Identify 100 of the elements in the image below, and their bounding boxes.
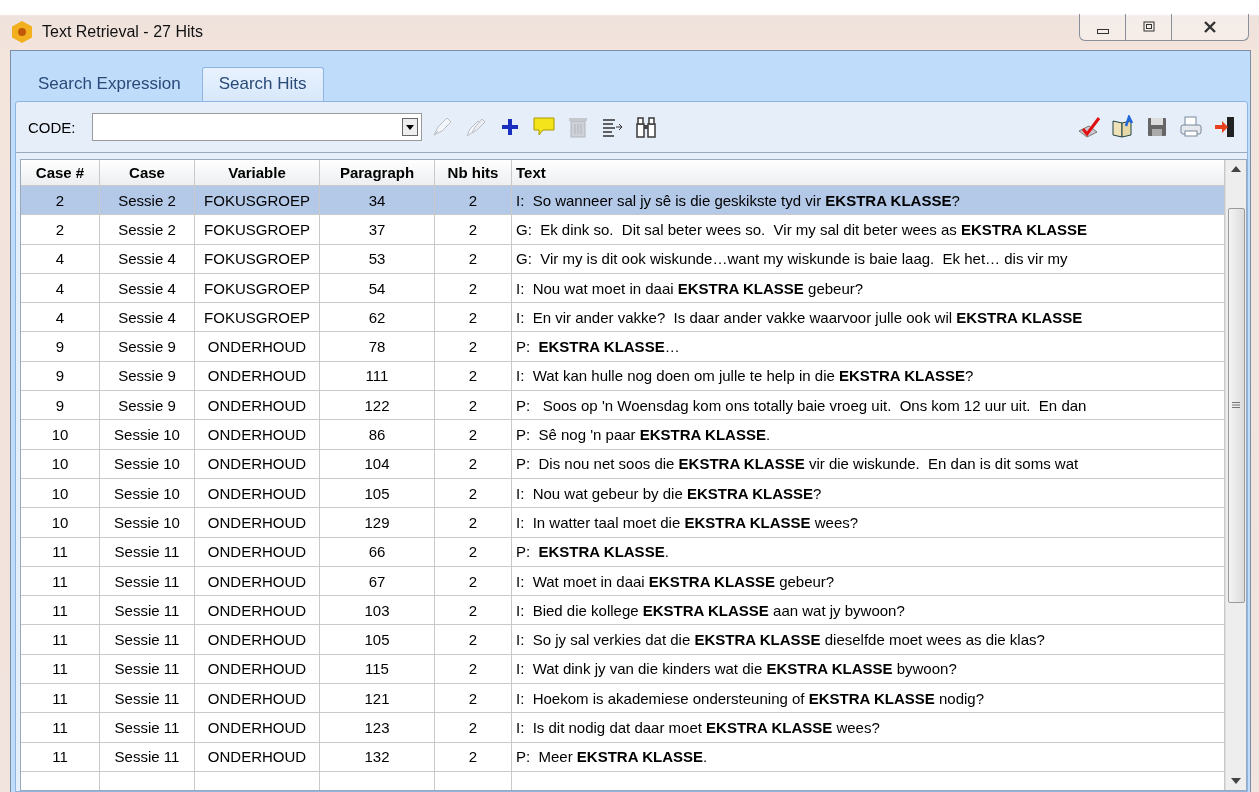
table-row[interactable]: 9 Sessie 9 ONDERHOUD 122 2 P: Soos op 'n Woensdag kom ons totally baie vroeg uit. Ons kom 12 uur uit. En dan xyxy=(21,390,1225,420)
paragraph-cell: 121 xyxy=(319,683,435,713)
case-number-cell: 11 xyxy=(21,712,100,743)
case-number-cell: 4 xyxy=(21,244,100,274)
case-number-cell: 9 xyxy=(21,361,100,391)
paragraph-cell: 111 xyxy=(319,361,435,391)
paragraph-cell: 122 xyxy=(319,390,435,420)
checklist-icon[interactable] xyxy=(1077,115,1101,139)
table-row[interactable]: 2 Sessie 2 FOKUSGROEP 37 2 G: Ek dink so. Dit sal beter wees so. Vir my sal dit beter wees as EKSTRA KLASSE xyxy=(21,214,1225,245)
table-row[interactable]: 10 Sessie 10 ONDERHOUD 104 2 P: Dis nou net soos die EKSTRA KLASSE vir die wiskunde. En dan is dit soms wat xyxy=(21,449,1225,479)
table-row[interactable]: 11 Sessie 11 ONDERHOUD 103 2 I: Bied die kollege EKSTRA KLASSE aan wat jy bywoon? xyxy=(21,595,1225,625)
case-number-cell: 9 xyxy=(21,332,100,362)
column-header[interactable]: Text xyxy=(511,160,1225,186)
text-cell: P: EKSTRA KLASSE. xyxy=(511,537,1225,567)
table-row[interactable]: 11 Sessie 11 ONDERHOUD 121 2 I: Hoekom is akademiese ondersteuning of EKSTRA KLASSE nodig? xyxy=(21,683,1225,713)
case-number-cell: 11 xyxy=(21,537,100,567)
tab[interactable]: Search Hits xyxy=(201,67,324,102)
variable-cell: ONDERHOUD xyxy=(194,624,320,655)
text-cell: P: Soos op 'n Woensdag kom ons totally baie vroeg uit. Ons kom 12 uur uit. En dan xyxy=(511,390,1225,420)
hits-cell: 2 xyxy=(434,624,512,655)
app-logo-icon xyxy=(10,20,34,44)
case-number-cell: 10 xyxy=(21,507,100,538)
close-icon xyxy=(1203,20,1217,34)
variable-cell: FOKUSGROEP xyxy=(194,185,320,215)
column-header[interactable]: Variable xyxy=(194,160,320,186)
hits-cell: 2 xyxy=(434,332,512,362)
text-cell: G: Ek dink so. Dit sal beter wees so. Vir my sal dit beter wees as EKSTRA KLASSE xyxy=(511,214,1225,245)
text-cell: P: Meer EKSTRA KLASSE. xyxy=(511,742,1225,772)
case-number-cell: 4 xyxy=(21,302,100,332)
table-row[interactable]: 4 Sessie 4 FOKUSGROEP 54 2 I: Nou wat moet in daai EKSTRA KLASSE gebeur? xyxy=(21,273,1225,303)
table-row[interactable]: 11 Sessie 11 ONDERHOUD 67 2 I: Wat moet in daai EKSTRA KLASSE gebeur? xyxy=(21,566,1225,596)
paragraph-cell: 66 xyxy=(319,537,435,567)
paragraph-cell: 105 xyxy=(319,478,435,508)
case-number-cell: 10 xyxy=(21,419,100,450)
variable-cell: ONDERHOUD xyxy=(194,742,320,772)
exit-door-icon[interactable] xyxy=(1213,115,1237,139)
table-row[interactable]: 11 Sessie 11 ONDERHOUD 66 2 P: EKSTRA KLASSE. xyxy=(21,537,1225,567)
table-row[interactable]: 11 Sessie 11 ONDERHOUD 123 2 I: Is dit nodig dat daar moet EKSTRA KLASSE wees? xyxy=(21,712,1225,743)
table-row[interactable]: 10 Sessie 10 ONDERHOUD 105 2 I: Nou wat gebeur by die EKSTRA KLASSE? xyxy=(21,478,1225,508)
tab[interactable]: Search Expression xyxy=(21,67,198,102)
case-number-cell: 11 xyxy=(21,624,100,655)
table-row[interactable]: 11 Sessie 11 ONDERHOUD 115 2 I: Wat dink jy van die kinders wat die EKSTRA KLASSE bywoon? xyxy=(21,654,1225,684)
case-cell: Sessie 4 xyxy=(99,244,195,274)
table-row[interactable]: 4 Sessie 4 FOKUSGROEP 62 2 I: En vir ander vakke? Is daar ander vakke waarvoor julle ook wil EKSTRA KLASSE xyxy=(21,302,1225,332)
case-number-cell: 11 xyxy=(21,742,100,772)
hits-cell: 2 xyxy=(434,302,512,332)
hits-cell: 2 xyxy=(434,185,512,215)
case-cell: Sessie 11 xyxy=(99,537,195,567)
column-header[interactable]: Case xyxy=(99,160,195,186)
scrollbar-thumb[interactable] xyxy=(1227,207,1245,603)
table-row[interactable]: 2 Sessie 2 FOKUSGROEP 34 2 I: So wanneer sal jy sê is die geskikste tyd vir EKSTRA KLASSE? xyxy=(21,185,1225,215)
variable-cell: ONDERHOUD xyxy=(194,683,320,713)
paragraph-cell: 34 xyxy=(319,185,435,215)
text-cell: I: Wat dink jy van die kinders wat die EKSTRA KLASSE bywoon? xyxy=(511,654,1225,684)
text-cell: I: Hoekom is akademiese ondersteuning of EKSTRA KLASSE nodig? xyxy=(511,683,1225,713)
variable-cell: ONDERHOUD xyxy=(194,419,320,450)
column-header[interactable]: Paragraph xyxy=(319,160,435,186)
case-cell: Sessie 11 xyxy=(99,654,195,684)
hits-cell: 2 xyxy=(434,214,512,245)
text-cell: I: In watter taal moet die EKSTRA KLASSE wees? xyxy=(511,507,1225,538)
table-row[interactable]: 11 Sessie 11 ONDERHOUD 132 2 P: Meer EKSTRA KLASSE. xyxy=(21,742,1225,772)
table-row[interactable]: 11 Sessie 11 ONDERHOUD 105 2 I: So jy sal verkies dat die EKSTRA KLASSE dieselfde moet wees as die klas? xyxy=(21,624,1225,655)
case-number-cell: 11 xyxy=(21,683,100,713)
code-label: CODE: xyxy=(28,118,76,136)
case-cell: Sessie 9 xyxy=(99,390,195,420)
table-row[interactable]: 9 Sessie 9 ONDERHOUD 78 2 P: EKSTRA KLASSE… xyxy=(21,332,1225,362)
table-row[interactable]: 9 Sessie 9 ONDERHOUD 111 2 I: Wat kan hulle nog doen om julle te help in die EKSTRA KLASSE? xyxy=(21,361,1225,391)
text-cell: I: So wanneer sal jy sê is die geskikste tyd vir EKSTRA KLASSE? xyxy=(511,185,1225,215)
table-row[interactable]: 4 Sessie 4 FOKUSGROEP 53 2 G: Vir my is dit ook wiskunde…want my wiskunde is baie laag. Ek het… dis vir my xyxy=(21,244,1225,274)
paragraph-cell: 78 xyxy=(319,332,435,362)
scroll-down-icon[interactable] xyxy=(1231,778,1241,784)
case-cell: Sessie 10 xyxy=(99,478,195,508)
hits-cell: 2 xyxy=(434,361,512,391)
paragraph-cell: 132 xyxy=(319,742,435,772)
case-number-cell: 9 xyxy=(21,390,100,420)
case-cell: Sessie 11 xyxy=(99,683,195,713)
variable-cell: ONDERHOUD xyxy=(194,449,320,479)
text-cell: I: Wat kan hulle nog doen om julle te help in die EKSTRA KLASSE? xyxy=(511,361,1225,391)
text-cell: I: Nou wat gebeur by die EKSTRA KLASSE? xyxy=(511,478,1225,508)
case-number-cell: 11 xyxy=(21,566,100,596)
hits-cell: 2 xyxy=(434,390,512,420)
hits-cell: 2 xyxy=(434,595,512,625)
text-cell: P: EKSTRA KLASSE… xyxy=(511,332,1225,362)
variable-cell: FOKUSGROEP xyxy=(194,273,320,303)
scroll-up-icon[interactable] xyxy=(1231,166,1241,172)
book-icon[interactable] xyxy=(1111,115,1135,139)
binoculars-icon[interactable] xyxy=(633,115,658,139)
column-header[interactable]: Case # xyxy=(21,160,100,186)
hits-cell: 2 xyxy=(434,507,512,538)
hits-cell: 2 xyxy=(434,273,512,303)
case-cell: Sessie 11 xyxy=(99,566,195,596)
table-row[interactable]: 10 Sessie 10 ONDERHOUD 86 2 P: Sê nog 'n paar EKSTRA KLASSE. xyxy=(21,419,1225,450)
table-row[interactable]: 10 Sessie 10 ONDERHOUD 129 2 I: In watter taal moet die EKSTRA KLASSE wees? xyxy=(21,507,1225,538)
case-cell: Sessie 11 xyxy=(99,712,195,743)
column-header[interactable]: Nb hits xyxy=(434,160,512,186)
text-cell: G: Vir my is dit ook wiskunde…want my wiskunde is baie laag. Ek het… dis vir my xyxy=(511,244,1225,274)
case-cell: Sessie 2 xyxy=(99,214,195,245)
text-cell: I: En vir ander vakke? Is daar ander vakke waarvoor julle ook wil EKSTRA KLASSE xyxy=(511,302,1225,332)
vertical-scrollbar[interactable] xyxy=(1225,160,1246,790)
hits-cell: 2 xyxy=(434,419,512,450)
